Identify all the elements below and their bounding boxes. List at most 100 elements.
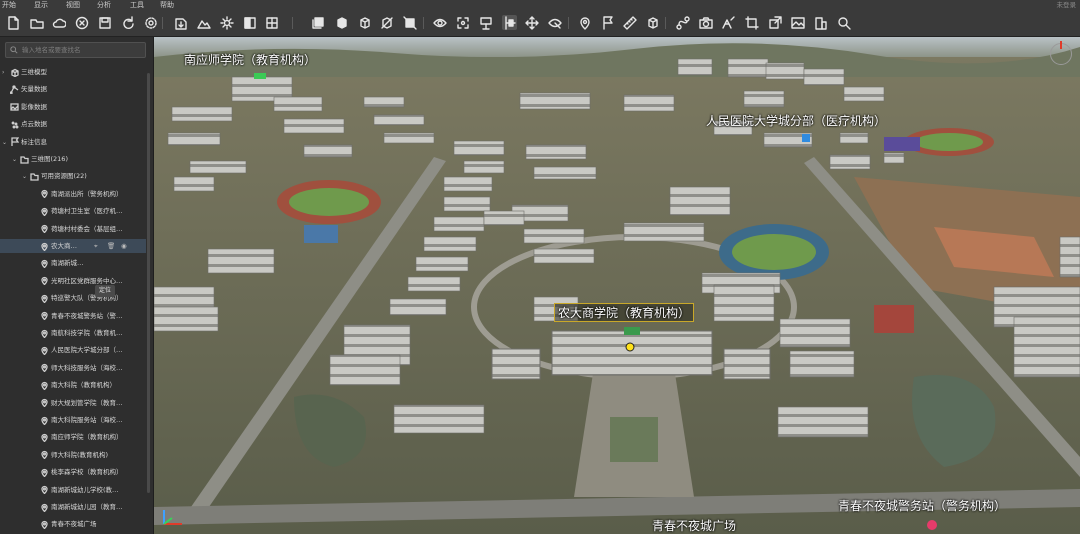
close-circle-button[interactable]	[74, 15, 89, 30]
menu-item-2[interactable]: 视图	[66, 0, 80, 10]
sidebar-scrollbar[interactable]	[147, 73, 150, 493]
delete-icon[interactable]: 🗑	[107, 239, 115, 253]
search-box[interactable]	[5, 42, 146, 58]
fullscreen-button[interactable]	[455, 15, 470, 30]
poi-list-item[interactable]: 人民医院大学城分部（…	[0, 343, 146, 357]
axis-gizmo-icon	[163, 510, 182, 525]
poi-list-item[interactable]: 光明社区党群服务中心…	[0, 274, 146, 288]
poi-list-item[interactable]: 荷塘村卫生室（医疗机…	[0, 204, 146, 218]
poi-list-item[interactable]: 南湖新城…	[0, 256, 146, 270]
visibility-eye-button[interactable]	[432, 15, 447, 30]
poi-list-item[interactable]: 桃李森学校（教育机构）	[0, 465, 146, 479]
eye-icon[interactable]: ◉	[121, 239, 127, 253]
cloud-button[interactable]	[51, 15, 66, 30]
poi-marker-button[interactable]	[577, 15, 592, 30]
clip-plane-button[interactable]	[402, 15, 417, 30]
clip-box-button[interactable]	[379, 15, 394, 30]
pin-icon	[40, 450, 49, 460]
export-button[interactable]	[767, 15, 782, 30]
3d-map-view[interactable]: 南应师学院（教育机构） 人民医院大学城分部（医疗机构） 农大商学院（教育机构） …	[154, 37, 1080, 534]
map-label-nanying-college[interactable]: 南应师学院（教育机构）	[184, 51, 316, 68]
toolbar-separator	[568, 17, 569, 29]
tree-node-label: 青春不夜城警务站（警…	[51, 311, 123, 320]
split-view-button[interactable]	[242, 15, 257, 30]
flag-button[interactable]	[600, 15, 615, 30]
expand-arrow-icon[interactable]: ⌄	[22, 170, 30, 183]
map-label-hospital[interactable]: 人民医院大学城分部（医疗机构）	[706, 112, 886, 129]
poi-list-item[interactable]: 青春不夜城广场	[0, 517, 146, 531]
pin-icon	[40, 294, 49, 304]
poi-list-item[interactable]: 南湖新城幼儿园（教育…	[0, 500, 146, 514]
image-button[interactable]	[790, 15, 805, 30]
measure-station-button[interactable]	[478, 15, 493, 30]
poi-list-item[interactable]: 师大科技服务站（海校…	[0, 361, 146, 375]
route-button[interactable]	[675, 15, 690, 30]
profile-axis-button[interactable]	[502, 15, 517, 30]
expand-arrow-icon[interactable]: ›	[2, 66, 10, 79]
search-input[interactable]	[22, 43, 140, 57]
building-button[interactable]	[813, 15, 828, 30]
grid-dots-button[interactable]	[264, 15, 279, 30]
expand-arrow-icon[interactable]: ⌄	[2, 136, 10, 149]
save-button[interactable]	[97, 15, 112, 30]
tree-node[interactable]: › 三维模型	[0, 65, 146, 79]
search-icon	[837, 16, 851, 30]
ruler-button[interactable]	[622, 15, 637, 30]
poi-list-item[interactable]: 南大科院服务站（海校…	[0, 413, 146, 427]
poi-list-item[interactable]: 特巡警大队（警务机构）	[0, 291, 146, 305]
compass-icon[interactable]	[1050, 41, 1072, 65]
poi-list-item[interactable]: 南湖新城幼儿学校(教…	[0, 483, 146, 497]
map-label-police-station[interactable]: 青春不夜城警务站（警务机构）	[838, 497, 1006, 514]
sweep-button[interactable]	[720, 15, 735, 30]
viewshed-icon	[547, 18, 562, 29]
tree-node[interactable]: 点云数据	[0, 117, 146, 131]
tree-node[interactable]: 矢量数据	[0, 82, 146, 96]
camera-button[interactable]	[698, 15, 713, 30]
viewshed-button[interactable]	[547, 15, 562, 30]
sun-light-button[interactable]	[219, 15, 234, 30]
map-label-nongda-business-college[interactable]: 农大商学院（教育机构）	[554, 303, 695, 322]
open-folder-button[interactable]	[29, 15, 44, 30]
import-model-button[interactable]	[173, 15, 188, 30]
tree-node[interactable]: 影像数据	[0, 100, 146, 114]
new-file-button[interactable]	[5, 15, 20, 30]
poi-list-item[interactable]: 南湖派出所（警务机构）	[0, 187, 146, 201]
expand-arrow-icon[interactable]: ⌄	[12, 153, 20, 166]
poi-list-item[interactable]: 财大规划管学院（教育…	[0, 396, 146, 410]
crop-button[interactable]	[744, 15, 759, 30]
menu-item-4[interactable]: 工具	[130, 0, 144, 10]
tree-node-label: 荷塘村卫生室（医疗机…	[51, 207, 123, 216]
building-block	[415, 256, 469, 272]
building-block	[677, 58, 713, 76]
poi-list-item[interactable]: 师大科院(教育机构)	[0, 448, 146, 462]
box-solid-button[interactable]	[334, 15, 349, 30]
poi-list-item[interactable]: 南航科技学院（教育机…	[0, 326, 146, 340]
poi-list-item[interactable]: 南应师学院（教育机构）	[0, 430, 146, 444]
tree-node-label: 财大规划管学院（教育…	[51, 398, 123, 407]
move-cross-button[interactable]	[524, 15, 539, 30]
menu-item-5[interactable]: 帮助	[160, 0, 174, 10]
tree-node-label: 影像数据	[21, 102, 47, 111]
search-button[interactable]	[836, 15, 851, 30]
poi-list-item[interactable]: 南大科院（教育机构）	[0, 378, 146, 392]
login-status[interactable]: 未登录	[1057, 0, 1077, 10]
tree-node[interactable]: ⌄ 三维图(216)	[0, 152, 146, 166]
refresh-button[interactable]	[120, 15, 135, 30]
menu-item-1[interactable]: 显示	[34, 0, 48, 10]
volume-cube-button[interactable]	[645, 15, 660, 30]
tree-node[interactable]: ⌄ 可用资源图(22)	[0, 169, 146, 183]
box-wire-icon	[359, 16, 370, 29]
menu-item-3[interactable]: 分析	[97, 0, 111, 10]
locate-icon[interactable]: ⌖	[94, 239, 98, 253]
tree-node[interactable]: ⌄ 标注信息	[0, 135, 146, 149]
menu-item-0[interactable]: 开始	[2, 0, 16, 10]
settings-gear-button[interactable]	[143, 15, 158, 30]
poi-list-item[interactable]: 农大商… ⌖ 🗑 ◉	[0, 239, 146, 253]
terrain-button[interactable]	[196, 15, 211, 30]
poi-list-item[interactable]: 荷塘村村委会（基层组…	[0, 222, 146, 236]
box-wire-button[interactable]	[357, 15, 372, 30]
poi-list-item[interactable]: 青春不夜城警务站（警…	[0, 309, 146, 323]
layer-front-button[interactable]	[310, 15, 325, 30]
building-block	[207, 248, 275, 274]
map-label-youth-square[interactable]: 青春不夜城广场	[652, 517, 736, 534]
